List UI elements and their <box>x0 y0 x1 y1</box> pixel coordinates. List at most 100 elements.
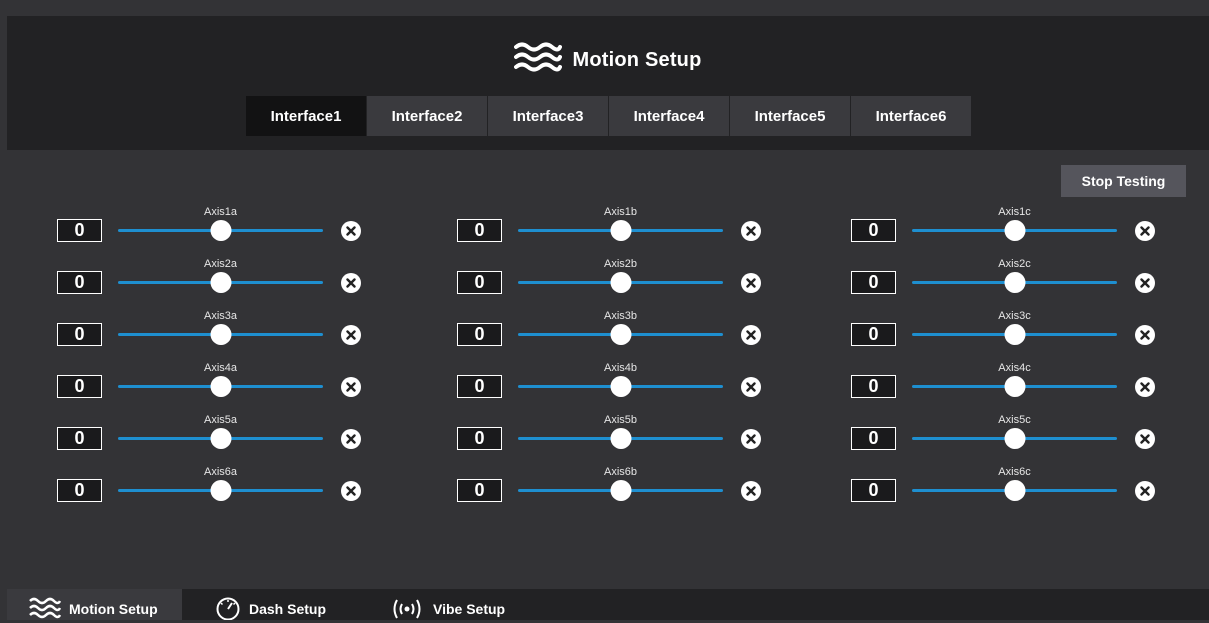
nav-motion-setup[interactable]: Motion Setup <box>7 589 182 620</box>
axis-value-field[interactable]: 0 <box>57 375 102 398</box>
reset-axis-button[interactable] <box>741 273 761 293</box>
nav-label: Motion Setup <box>69 601 158 617</box>
reset-axis-button[interactable] <box>1135 221 1155 241</box>
axis-slider-thumb[interactable] <box>1004 428 1025 449</box>
axis-row: Axis5c 0 <box>851 414 1161 454</box>
axis-value-field[interactable]: 0 <box>851 323 896 346</box>
axis-slider-thumb[interactable] <box>610 428 631 449</box>
axis-value-field[interactable]: 0 <box>457 323 502 346</box>
axis-label: Axis1a <box>203 206 238 218</box>
axis-slider-thumb[interactable] <box>1004 272 1025 293</box>
axis-value-field[interactable]: 0 <box>851 271 896 294</box>
tab-interface2[interactable]: Interface2 <box>367 96 487 136</box>
reset-axis-button[interactable] <box>341 273 361 293</box>
axis-value-field[interactable]: 0 <box>57 479 102 502</box>
reset-axis-button[interactable] <box>1135 481 1155 501</box>
axis-value-field[interactable]: 0 <box>57 219 102 242</box>
axis-row: Axis5b 0 <box>457 414 767 454</box>
reset-axis-button[interactable] <box>741 325 761 345</box>
axis-value-field[interactable]: 0 <box>851 375 896 398</box>
axis-row: Axis2c 0 <box>851 258 1161 298</box>
axis-slider-thumb[interactable] <box>1004 480 1025 501</box>
reset-axis-button[interactable] <box>741 429 761 449</box>
close-icon <box>346 330 356 340</box>
reset-axis-button[interactable] <box>1135 325 1155 345</box>
axis-label: Axis2a <box>203 258 238 270</box>
tab-interface6[interactable]: Interface6 <box>851 96 971 136</box>
axis-label: Axis3a <box>203 310 238 322</box>
axis-row: Axis5a 0 <box>57 414 367 454</box>
reset-axis-button[interactable] <box>1135 377 1155 397</box>
axis-row: Axis1a 0 <box>57 206 367 246</box>
axis-row: Axis6a 0 <box>57 466 367 506</box>
axis-row: Axis2b 0 <box>457 258 767 298</box>
tab-interface5[interactable]: Interface5 <box>730 96 850 136</box>
reset-axis-button[interactable] <box>341 221 361 241</box>
reset-axis-button[interactable] <box>741 221 761 241</box>
axis-slider-thumb[interactable] <box>210 324 231 345</box>
axis-value-field[interactable]: 0 <box>57 323 102 346</box>
reset-axis-button[interactable] <box>341 325 361 345</box>
close-icon <box>746 382 756 392</box>
axis-slider-thumb[interactable] <box>610 272 631 293</box>
axis-slider-thumb[interactable] <box>610 324 631 345</box>
axis-value-field[interactable]: 0 <box>57 427 102 450</box>
axis-row: Axis2a 0 <box>57 258 367 298</box>
close-icon <box>1140 226 1150 236</box>
reset-axis-button[interactable] <box>1135 273 1155 293</box>
reset-axis-button[interactable] <box>741 377 761 397</box>
axis-value-field[interactable]: 0 <box>851 479 896 502</box>
close-icon <box>746 278 756 288</box>
axis-value-field[interactable]: 0 <box>457 479 502 502</box>
axis-row: Axis3c 0 <box>851 310 1161 350</box>
axis-label: Axis6c <box>998 466 1031 478</box>
gauge-icon <box>215 596 241 623</box>
close-icon <box>346 382 356 392</box>
header-panel: Motion Setup Interface1 Interface2 Inter… <box>7 16 1209 150</box>
close-icon <box>1140 434 1150 444</box>
axis-label: Axis3c <box>998 310 1031 322</box>
reset-axis-button[interactable] <box>341 377 361 397</box>
close-icon <box>1140 278 1150 288</box>
reset-axis-button[interactable] <box>741 481 761 501</box>
axis-value-field[interactable]: 0 <box>457 427 502 450</box>
reset-axis-button[interactable] <box>341 429 361 449</box>
stop-testing-button[interactable]: Stop Testing <box>1061 165 1186 197</box>
axis-slider-thumb[interactable] <box>210 220 231 241</box>
close-icon <box>1140 382 1150 392</box>
axis-slider-thumb[interactable] <box>1004 324 1025 345</box>
nav-label: Vibe Setup <box>433 601 506 617</box>
axis-slider-thumb[interactable] <box>210 272 231 293</box>
nav-dash-setup[interactable]: Dash Setup <box>193 589 326 620</box>
axis-value-field[interactable]: 0 <box>457 271 502 294</box>
axis-slider-thumb[interactable] <box>210 480 231 501</box>
nav-vibe-setup[interactable]: Vibe Setup <box>367 589 505 620</box>
waves-icon <box>514 41 563 80</box>
close-icon <box>1140 330 1150 340</box>
reset-axis-button[interactable] <box>1135 429 1155 449</box>
tab-interface1[interactable]: Interface1 <box>246 96 366 136</box>
axis-value-field[interactable]: 0 <box>457 219 502 242</box>
axis-slider-thumb[interactable] <box>1004 220 1025 241</box>
tab-interface3[interactable]: Interface3 <box>488 96 608 136</box>
axis-row: Axis6b 0 <box>457 466 767 506</box>
axis-slider-thumb[interactable] <box>610 480 631 501</box>
waves-icon <box>29 597 62 622</box>
axis-value-field[interactable]: 0 <box>851 427 896 450</box>
axis-value-field[interactable]: 0 <box>457 375 502 398</box>
axis-slider-thumb[interactable] <box>210 376 231 397</box>
axis-slider-thumb[interactable] <box>610 376 631 397</box>
axis-value-field[interactable]: 0 <box>57 271 102 294</box>
close-icon <box>746 434 756 444</box>
reset-axis-button[interactable] <box>341 481 361 501</box>
tab-interface4[interactable]: Interface4 <box>609 96 729 136</box>
axis-row: Axis1c 0 <box>851 206 1161 246</box>
axis-label: Axis6a <box>203 466 238 478</box>
bottom-nav: Motion Setup Dash Setup Vibe Setup <box>7 589 1209 620</box>
close-icon <box>346 278 356 288</box>
axis-slider-thumb[interactable] <box>1004 376 1025 397</box>
axis-slider-thumb[interactable] <box>210 428 231 449</box>
axis-row: Axis4c 0 <box>851 362 1161 402</box>
axis-slider-thumb[interactable] <box>610 220 631 241</box>
axis-value-field[interactable]: 0 <box>851 219 896 242</box>
